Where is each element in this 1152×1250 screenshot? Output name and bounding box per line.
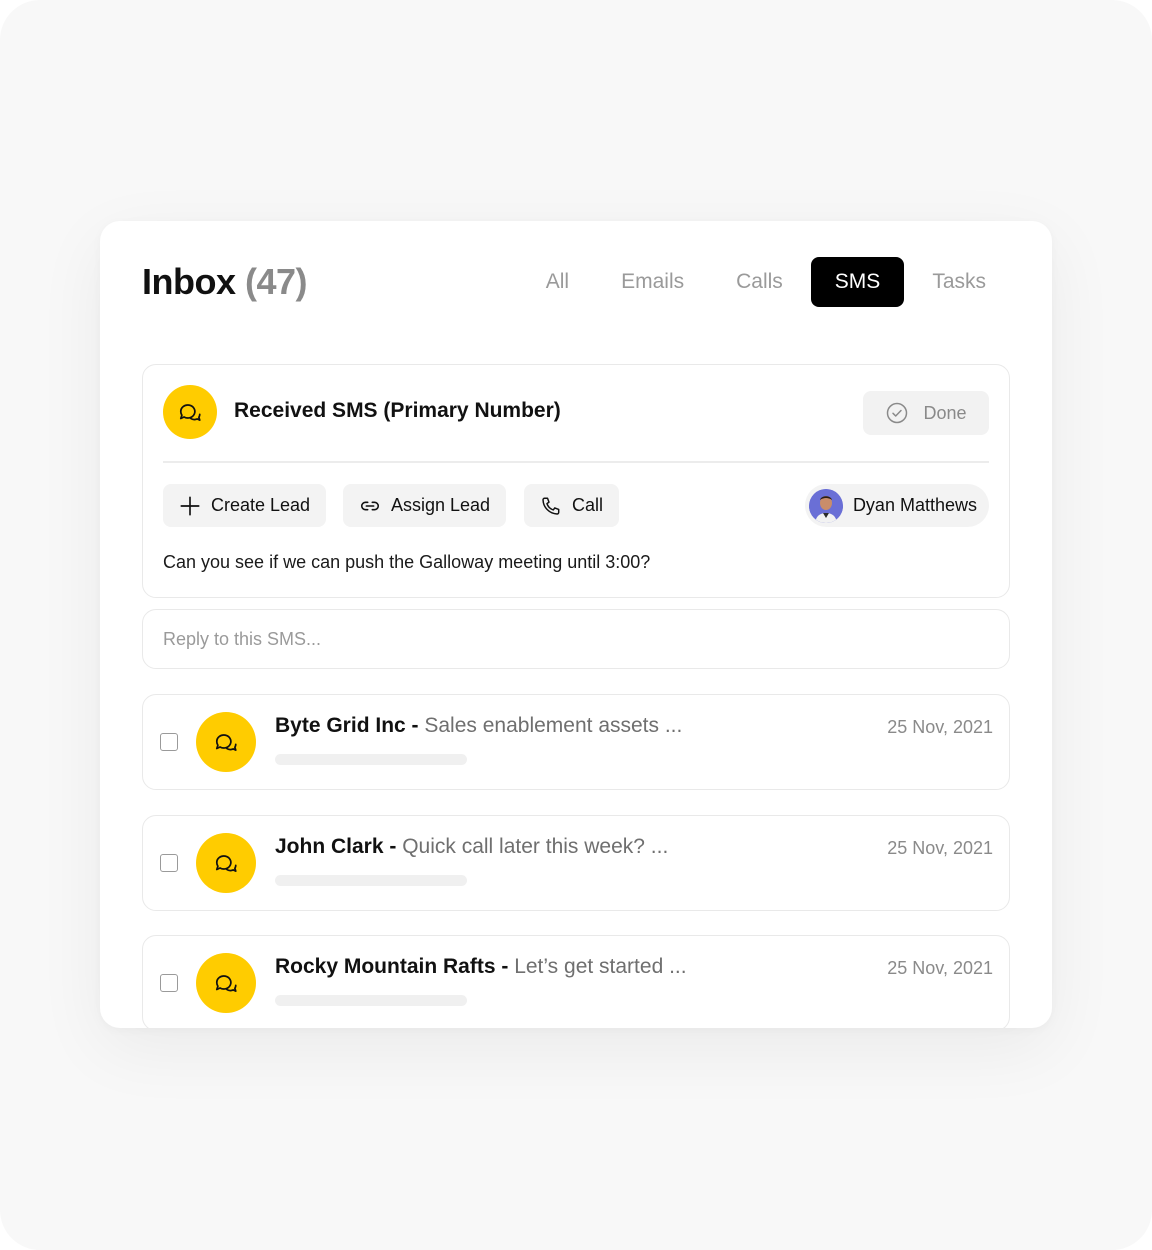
assign-lead-label: Assign Lead — [391, 495, 491, 515]
message-subject: Quick call later this week? ... — [402, 835, 669, 858]
list-item[interactable]: Rocky Mountain Rafts - Let’s get started… — [142, 935, 1010, 1028]
assigned-user-chip[interactable]: Dyan Matthews — [804, 484, 989, 527]
preview-placeholder — [275, 754, 467, 765]
message-sender: Rocky Mountain Rafts — [275, 955, 496, 978]
preview-placeholder — [275, 995, 467, 1006]
link-icon — [360, 501, 380, 510]
inbox-count: (47) — [245, 261, 308, 302]
chat-bubbles-icon — [215, 734, 237, 751]
done-button[interactable]: Done — [863, 391, 989, 435]
message-date: 25 Nov, 2021 — [887, 717, 993, 737]
message-subject: Sales enablement assets ... — [424, 714, 683, 737]
reply-input[interactable]: Reply to this SMS... — [142, 609, 1010, 669]
sms-detail-panel: Received SMS (Primary Number) Done Creat… — [142, 364, 1010, 598]
message-separator: - — [383, 835, 403, 858]
message-separator: - — [405, 714, 425, 737]
message-summary: John Clark - Quick call later this week?… — [275, 835, 668, 859]
user-avatar-icon — [808, 488, 843, 523]
message-summary: Rocky Mountain Rafts - Let’s get started… — [275, 955, 687, 979]
filter-tabs: All Emails Calls SMS Tasks — [522, 257, 1010, 307]
select-checkbox[interactable] — [160, 974, 178, 992]
panel-divider — [163, 461, 989, 463]
message-sender: John Clark — [275, 835, 384, 858]
call-label: Call — [572, 495, 604, 515]
call-button[interactable]: Call — [524, 484, 620, 527]
avatar — [808, 488, 843, 523]
sms-avatar — [196, 712, 256, 772]
page-title: Inbox (47) — [142, 261, 308, 303]
phone-icon — [542, 496, 560, 515]
tab-emails[interactable]: Emails — [597, 257, 708, 307]
sms-avatar — [196, 833, 256, 893]
message-sender: Byte Grid Inc — [275, 714, 406, 737]
inbox-card: Inbox (47) All Emails Calls SMS Tasks Re… — [100, 221, 1052, 1028]
tab-calls[interactable]: Calls — [712, 257, 807, 307]
plus-icon — [180, 495, 200, 516]
tab-sms[interactable]: SMS — [810, 257, 905, 307]
message-date: 25 Nov, 2021 — [887, 838, 993, 858]
create-lead-button[interactable]: Create Lead — [163, 484, 327, 527]
inbox-title-text: Inbox — [142, 261, 236, 302]
message-summary: Byte Grid Inc - Sales enablement assets … — [275, 714, 682, 738]
sms-avatar — [196, 953, 256, 1013]
preview-placeholder — [275, 875, 467, 886]
chat-bubbles-icon — [215, 975, 237, 992]
sms-avatar — [163, 385, 217, 439]
inbox-header: Inbox (47) All Emails Calls SMS Tasks — [142, 257, 1010, 309]
list-item[interactable]: Byte Grid Inc - Sales enablement assets … — [142, 694, 1010, 790]
select-checkbox[interactable] — [160, 733, 178, 751]
list-item[interactable]: John Clark - Quick call later this week?… — [142, 815, 1010, 911]
check-circle-icon — [887, 402, 908, 424]
message-separator: - — [495, 955, 515, 978]
chat-bubbles-icon — [179, 404, 201, 421]
tab-tasks[interactable]: Tasks — [908, 257, 1010, 307]
sms-title: Received SMS (Primary Number) — [234, 399, 561, 422]
sms-message-text: Can you see if we can push the Galloway … — [163, 552, 651, 572]
chat-bubbles-icon — [215, 855, 237, 872]
select-checkbox[interactable] — [160, 854, 178, 872]
assign-lead-button[interactable]: Assign Lead — [343, 484, 507, 527]
message-date: 25 Nov, 2021 — [887, 958, 993, 978]
message-subject: Let’s get started ... — [514, 955, 687, 978]
done-label: Done — [923, 402, 967, 423]
tab-all[interactable]: All — [522, 257, 593, 307]
assigned-user-name: Dyan Matthews — [852, 495, 977, 515]
create-lead-label: Create Lead — [211, 495, 311, 515]
